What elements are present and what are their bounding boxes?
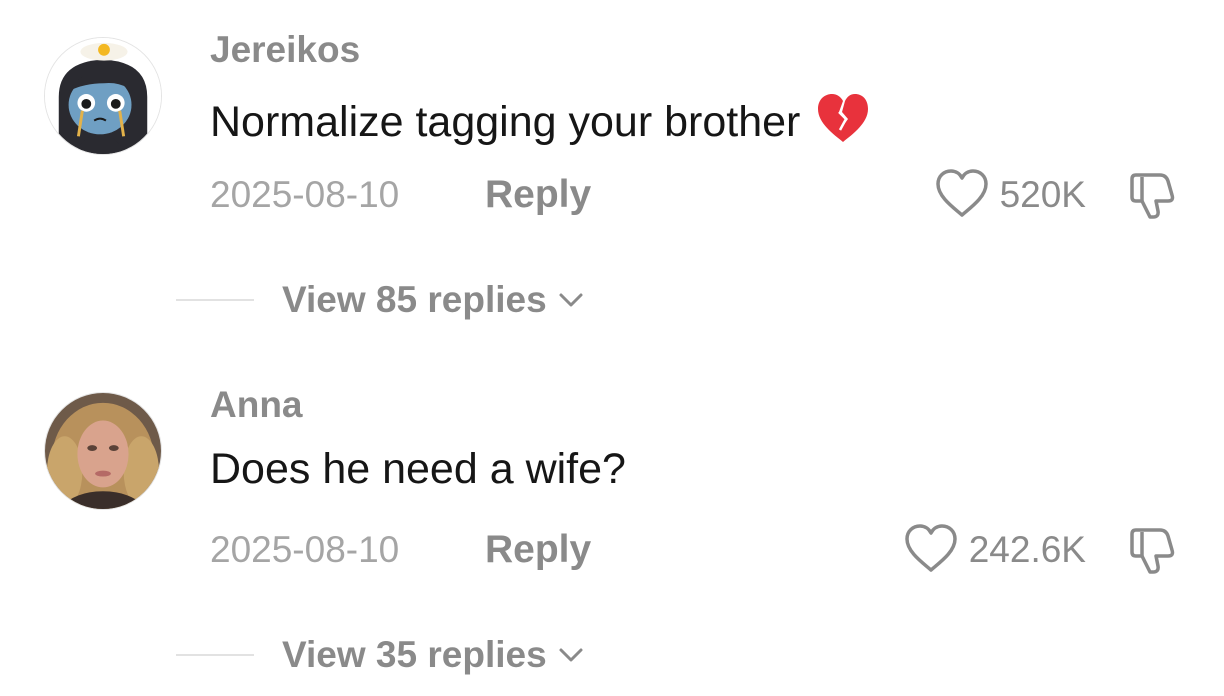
view-replies-label: View 85 replies [282, 279, 547, 320]
comment-date: 2025-08-10 [210, 529, 400, 570]
like-button[interactable]: 242.6K [903, 523, 1086, 575]
view-replies-button[interactable]: View 85 replies [176, 281, 585, 318]
view-replies-label: View 35 replies [282, 634, 547, 675]
divider [176, 653, 254, 656]
heart-icon [903, 523, 959, 575]
comment-item: Anna Does he need a wife? 2025-08-10 Rep… [0, 356, 1224, 696]
broken-heart-icon [818, 94, 869, 142]
chevron-down-icon [559, 648, 583, 661]
comment-text-body: Does he need a wife? [210, 445, 626, 493]
comment-username[interactable]: Jereikos [210, 31, 360, 68]
comment-text-body: Normalize tagging your brother [210, 98, 801, 146]
like-count: 520K [999, 173, 1086, 215]
dislike-button[interactable] [1124, 522, 1180, 578]
comment-date: 2025-08-10 [210, 174, 400, 215]
thumbs-down-icon [1130, 173, 1175, 219]
chevron-down-icon [559, 293, 583, 306]
cartoon-avatar-icon [45, 38, 161, 154]
like-count: 242.6K [968, 528, 1086, 570]
reply-button[interactable]: Reply [485, 530, 591, 569]
comment-text: Normalize tagging your brother [210, 92, 872, 144]
like-button[interactable]: 520K [934, 168, 1086, 220]
avatar[interactable] [44, 37, 162, 155]
comment-username[interactable]: Anna [210, 386, 303, 423]
heart-icon [934, 168, 990, 220]
comment-item: Jereikos Normalize tagging your brother … [0, 0, 1224, 340]
avatar[interactable] [44, 392, 162, 510]
comment-text: Does he need a wife? [210, 448, 626, 491]
reply-button[interactable]: Reply [485, 175, 591, 214]
divider [176, 298, 254, 301]
profile-photo-icon [45, 393, 161, 509]
thumbs-down-icon [1130, 528, 1175, 574]
dislike-button[interactable] [1124, 167, 1180, 223]
view-replies-button[interactable]: View 35 replies [176, 636, 585, 673]
